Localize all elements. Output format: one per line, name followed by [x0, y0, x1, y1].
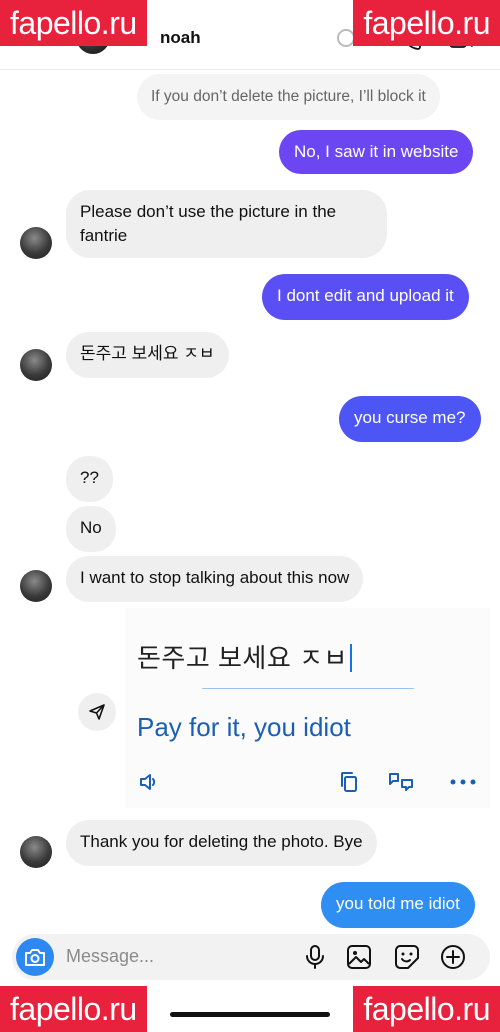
translation-source[interactable]: 돈주고 보세요 ㅈㅂ — [137, 638, 352, 675]
contact-name[interactable]: noah — [160, 28, 201, 48]
message-outgoing[interactable]: No, I saw it in website — [279, 130, 474, 174]
contact-avatar-small[interactable] — [20, 227, 52, 259]
translation-source-text: 돈주고 보세요 ㅈㅂ — [137, 643, 348, 673]
feedback-icon[interactable] — [387, 770, 415, 794]
camera-icon — [25, 949, 45, 966]
message-incoming[interactable]: Thank you for deleting the photo. Bye — [66, 820, 377, 866]
message-composer: Message... — [12, 934, 490, 980]
share-button[interactable] — [78, 693, 116, 731]
add-icon[interactable] — [440, 944, 466, 970]
watermark-top-left: fapello.ru — [0, 0, 147, 46]
watermark-top-right: fapello.ru — [353, 0, 500, 46]
watermark-bottom-right: fapello.ru — [353, 986, 500, 1032]
text-caret — [349, 644, 352, 672]
gallery-icon[interactable] — [346, 944, 372, 970]
camera-button[interactable] — [16, 938, 54, 976]
contact-avatar-small[interactable] — [20, 570, 52, 602]
contact-avatar-small[interactable] — [20, 836, 52, 868]
message-outgoing[interactable]: you told me idiot — [321, 882, 475, 928]
speaker-icon[interactable] — [137, 770, 161, 794]
message-outgoing[interactable]: you curse me? — [339, 396, 481, 442]
message-incoming[interactable]: If you don’t delete the picture, I’ll bl… — [137, 74, 440, 120]
translation-result: Pay for it, you idiot — [137, 712, 351, 742]
home-indicator — [170, 1012, 330, 1017]
translation-divider — [202, 688, 414, 689]
copy-icon[interactable] — [337, 770, 361, 794]
microphone-icon[interactable] — [304, 944, 326, 970]
send-icon — [89, 704, 105, 720]
message-incoming[interactable]: No — [66, 506, 116, 552]
more-options-icon[interactable] — [449, 770, 477, 794]
sticker-icon[interactable] — [394, 944, 420, 970]
message-incoming[interactable]: ?? — [66, 456, 113, 502]
message-incoming[interactable]: Please don’t use the picture in the fant… — [66, 190, 387, 258]
contact-avatar-small[interactable] — [20, 349, 52, 381]
message-incoming[interactable]: I want to stop talking about this now — [66, 556, 364, 602]
translation-card: 돈주고 보세요 ㅈㅂ Pay for it, you idiot — [125, 608, 490, 808]
message-incoming[interactable]: 돈주고 보세요 ㅈㅂ — [66, 332, 229, 378]
message-outgoing[interactable]: I dont edit and upload it — [262, 274, 469, 320]
watermark-bottom-left: fapello.ru — [0, 986, 147, 1032]
message-input[interactable]: Message... — [66, 946, 154, 967]
